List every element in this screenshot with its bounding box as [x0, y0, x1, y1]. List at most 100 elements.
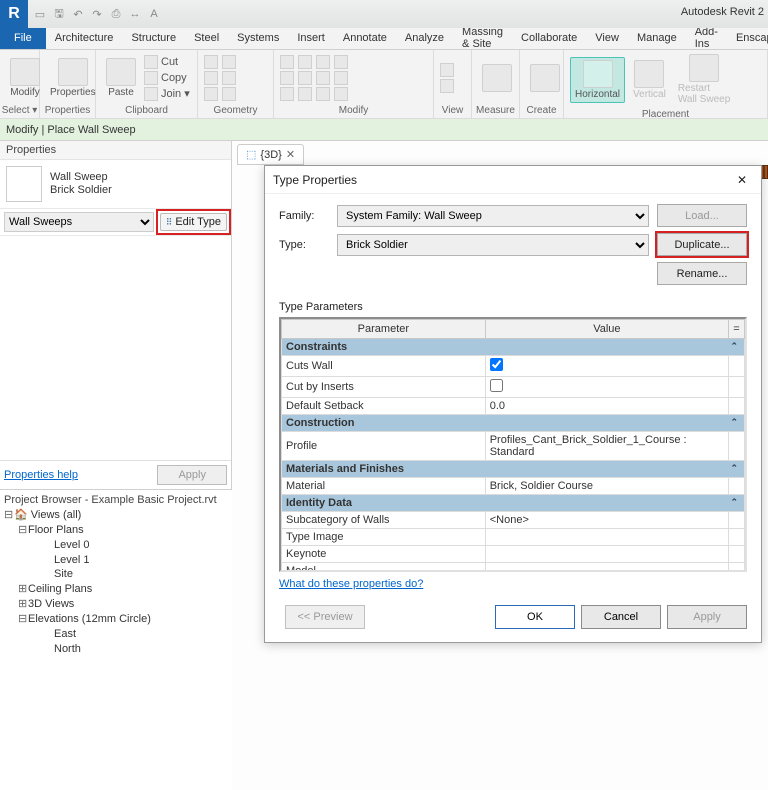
- mod-3[interactable]: [280, 87, 294, 101]
- properties-help-link[interactable]: Properties help: [4, 469, 78, 481]
- properties-help-link2[interactable]: What do these properties do?: [279, 578, 423, 590]
- val-cuts-wall[interactable]: [485, 356, 728, 377]
- join-button[interactable]: Join ▾: [144, 87, 190, 101]
- modify-group-label: Modify: [274, 105, 433, 118]
- qat-save-icon[interactable]: 🖫: [51, 6, 67, 22]
- cut-button[interactable]: Cut: [144, 55, 190, 69]
- tab-annotate[interactable]: Annotate: [334, 27, 396, 49]
- type-select[interactable]: Brick Soldier: [337, 234, 649, 256]
- section-materials[interactable]: Materials and Finishes⌃: [282, 461, 745, 478]
- tab-structure[interactable]: Structure: [122, 27, 185, 49]
- geom-3[interactable]: [204, 87, 218, 101]
- document-tab[interactable]: ⬚ {3D} ✕: [237, 144, 304, 165]
- val-subcat[interactable]: <None>: [485, 512, 728, 529]
- geom-4[interactable]: [222, 55, 236, 69]
- cuts-wall-checkbox[interactable]: [490, 358, 503, 371]
- val-setback[interactable]: 0.0: [485, 398, 728, 415]
- tab-manage[interactable]: Manage: [628, 27, 686, 49]
- tree-north[interactable]: North: [4, 642, 228, 657]
- mod-2[interactable]: [280, 71, 294, 85]
- horizontal-button[interactable]: Horizontal: [570, 57, 625, 103]
- mod-8[interactable]: [316, 71, 330, 85]
- val-material[interactable]: Brick, Soldier Course: [485, 478, 728, 495]
- dialog-close-button[interactable]: ✕: [731, 171, 753, 189]
- mod-11[interactable]: [334, 71, 348, 85]
- qat-print-icon[interactable]: ⎙: [108, 6, 124, 22]
- tab-analyze[interactable]: Analyze: [396, 27, 453, 49]
- close-icon[interactable]: ✕: [286, 148, 295, 161]
- val-type-image[interactable]: [485, 529, 728, 546]
- tree-east[interactable]: East: [4, 627, 228, 642]
- geom-1[interactable]: [204, 55, 218, 69]
- view-2[interactable]: [440, 79, 454, 93]
- val-profile[interactable]: Profiles_Cant_Brick_Soldier_1_Course : S…: [485, 432, 728, 461]
- measure-button[interactable]: [478, 62, 516, 94]
- mod-7[interactable]: [316, 55, 330, 69]
- properties-apply-button[interactable]: Apply: [157, 465, 227, 485]
- select-group-label: Select ▾: [0, 105, 39, 118]
- vertical-button[interactable]: Vertical: [629, 58, 670, 102]
- val-model[interactable]: [485, 563, 728, 573]
- mod-1[interactable]: [280, 55, 294, 69]
- tree-elev[interactable]: ⊟Elevations (12mm Circle): [4, 612, 228, 627]
- section-constraints[interactable]: Constraints⌃: [282, 339, 745, 356]
- tree-site[interactable]: Site: [4, 567, 228, 582]
- view-1[interactable]: [440, 63, 454, 77]
- tree-3d[interactable]: ⊞3D Views: [4, 597, 228, 612]
- geom-2[interactable]: [204, 71, 218, 85]
- edit-type-button[interactable]: Edit Type: [160, 213, 227, 231]
- copy-button[interactable]: Copy: [144, 71, 190, 85]
- paste-button[interactable]: Paste: [102, 56, 140, 100]
- col-parameter: Parameter: [282, 320, 486, 339]
- create-button[interactable]: [526, 62, 564, 94]
- qat-text-icon[interactable]: A: [146, 6, 162, 22]
- tree-ceiling[interactable]: ⊞Ceiling Plans: [4, 582, 228, 597]
- duplicate-button[interactable]: Duplicate...: [657, 233, 747, 256]
- cancel-button[interactable]: Cancel: [581, 605, 661, 629]
- section-identity[interactable]: Identity Data⌃: [282, 495, 745, 512]
- val-keynote[interactable]: [485, 546, 728, 563]
- mod-9[interactable]: [316, 87, 330, 101]
- val-cut-inserts[interactable]: [485, 377, 728, 398]
- tab-collaborate[interactable]: Collaborate: [512, 27, 586, 49]
- tab-steel[interactable]: Steel: [185, 27, 228, 49]
- category-select[interactable]: Wall Sweeps: [4, 212, 154, 232]
- cut-inserts-checkbox[interactable]: [490, 379, 503, 392]
- geom-6[interactable]: [222, 87, 236, 101]
- tab-insert[interactable]: Insert: [288, 27, 334, 49]
- qat-open-icon[interactable]: ▭: [32, 6, 48, 22]
- tree-root[interactable]: ⊟🏠 Views (all): [4, 508, 228, 523]
- rename-button[interactable]: Rename...: [657, 262, 747, 285]
- parameter-grid[interactable]: Parameter Value = Constraints⌃ Cuts Wall…: [279, 317, 747, 572]
- type-selector[interactable]: Wall Sweep Brick Soldier: [0, 160, 231, 209]
- family-select[interactable]: System Family: Wall Sweep: [337, 205, 649, 227]
- geom-5[interactable]: [222, 71, 236, 85]
- tab-systems[interactable]: Systems: [228, 27, 288, 49]
- preview-button[interactable]: << Preview: [285, 605, 365, 629]
- section-construction[interactable]: Construction⌃: [282, 415, 745, 432]
- mod-5[interactable]: [298, 71, 312, 85]
- tree-floorplans[interactable]: ⊟Floor Plans: [4, 523, 228, 538]
- mod-4[interactable]: [298, 55, 312, 69]
- mod-10[interactable]: [334, 55, 348, 69]
- tab-enscape[interactable]: Enscape™: [727, 27, 768, 49]
- tab-view[interactable]: View: [586, 27, 628, 49]
- qat-undo-icon[interactable]: ↶: [70, 6, 86, 22]
- tab-architecture[interactable]: Architecture: [46, 27, 123, 49]
- file-tab[interactable]: File: [0, 27, 46, 49]
- app-logo: R: [0, 0, 28, 28]
- tree-level1[interactable]: Level 1: [4, 553, 228, 568]
- tree-level0[interactable]: Level 0: [4, 538, 228, 553]
- tab-massing[interactable]: Massing & Site: [453, 27, 512, 49]
- load-button[interactable]: Load...: [657, 204, 747, 227]
- modify-tool[interactable]: Modify: [6, 56, 44, 100]
- mod-12[interactable]: [334, 87, 348, 101]
- dialog-apply-button[interactable]: Apply: [667, 605, 747, 629]
- ok-button[interactable]: OK: [495, 605, 575, 629]
- tab-addins[interactable]: Add-Ins: [686, 27, 727, 49]
- properties-button[interactable]: Properties: [46, 56, 100, 100]
- restart-wallsweep-button[interactable]: RestartWall Sweep: [674, 52, 734, 107]
- qat-measure-icon[interactable]: ↔: [127, 6, 143, 22]
- mod-6[interactable]: [298, 87, 312, 101]
- qat-redo-icon[interactable]: ↷: [89, 6, 105, 22]
